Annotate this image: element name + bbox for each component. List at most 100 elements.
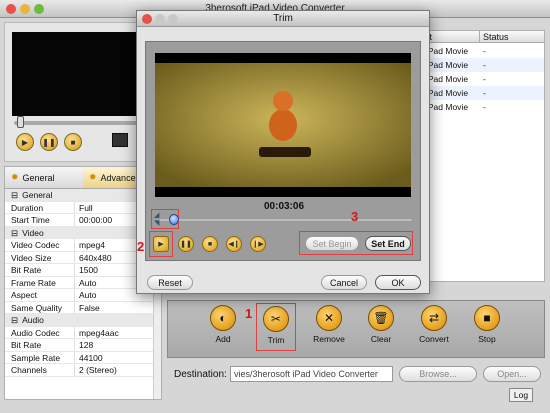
- reset-button[interactable]: Reset: [147, 275, 193, 290]
- trim-titlebar: Trim: [137, 11, 429, 27]
- group-audio[interactable]: ⊟ Audio: [5, 314, 153, 327]
- status-cell: -: [483, 60, 486, 70]
- convert-icon: ⇄: [421, 305, 447, 331]
- collapse-icon: ⊟: [11, 190, 19, 200]
- sun-icon: ✹: [89, 172, 97, 182]
- property-key: Start Time: [5, 214, 75, 226]
- trim-seek-bar[interactable]: [159, 218, 413, 222]
- convert-button[interactable]: ⇄ Convert: [406, 305, 462, 344]
- property-row[interactable]: Same Quality False: [5, 301, 153, 314]
- annotation-3: 3: [351, 209, 359, 224]
- property-value: 128: [79, 340, 94, 350]
- ok-button[interactable]: OK: [375, 275, 421, 290]
- preview-screen: [12, 32, 154, 116]
- dialog-title: Trim: [273, 13, 293, 24]
- annotation-2: 2: [137, 239, 145, 254]
- property-value: mpeg4aac: [79, 327, 119, 338]
- group-label: General: [22, 190, 53, 200]
- collapse-icon: ⊟: [11, 227, 19, 238]
- property-key: Aspect: [5, 289, 75, 301]
- sun-icon: ✹: [11, 172, 19, 182]
- property-row[interactable]: Audio Codec mpeg4aac: [5, 326, 153, 339]
- trim-play-button[interactable]: ▶: [153, 236, 169, 252]
- property-row[interactable]: Bit Rate 1500: [5, 264, 153, 277]
- main-toolbar: ◐ Add ✂ Trim ✕ Remove 🗑 Clear ⇄ Convert …: [167, 300, 545, 358]
- property-key: Video Codec: [5, 239, 75, 251]
- convert-button-label: Convert: [419, 334, 449, 344]
- stop-icon: ■: [474, 305, 500, 331]
- destination-field[interactable]: vies/3herosoft iPad Video Converter: [230, 366, 393, 382]
- group-video[interactable]: ⊟ Video: [5, 226, 153, 239]
- property-key: Same Quality: [5, 301, 75, 313]
- open-button[interactable]: Open...: [483, 366, 541, 382]
- property-row[interactable]: Channels 2 (Stereo): [5, 364, 153, 377]
- property-key: Bit Rate: [5, 339, 75, 351]
- property-value: 44100: [79, 352, 103, 363]
- preview-seek-bar[interactable]: [14, 121, 154, 125]
- property-row[interactable]: Video Codec mpeg4: [5, 239, 153, 252]
- property-row[interactable]: Start Time 00:00:00: [5, 214, 153, 227]
- add-button[interactable]: ◐ Add: [195, 305, 251, 344]
- tab-advance-label: Advance: [100, 172, 136, 183]
- browse-button[interactable]: Browse...: [399, 366, 477, 382]
- property-key: Frame Rate: [5, 276, 75, 288]
- step-back-icon: ◀❙: [228, 241, 240, 248]
- stop-button[interactable]: ■: [64, 133, 82, 151]
- add-button-label: Add: [215, 334, 231, 344]
- property-row[interactable]: Frame Rate Auto: [5, 276, 153, 289]
- collapse-icon: ⊟: [11, 315, 19, 325]
- play-icon: ▶: [21, 137, 29, 147]
- tab-general-label: General: [22, 172, 55, 183]
- step-forward-icon: ❙▶: [252, 241, 264, 248]
- clear-button[interactable]: 🗑 Clear: [353, 305, 409, 344]
- column-header-status[interactable]: Status: [480, 31, 544, 43]
- tab-general[interactable]: ✹ General: [5, 167, 83, 189]
- stop-conversion-button[interactable]: ■ Stop: [459, 305, 515, 344]
- trim-video-screen: [155, 53, 411, 197]
- property-key: Video Size: [5, 251, 75, 263]
- property-value: mpeg4: [79, 240, 105, 250]
- property-key: Duration: [5, 201, 75, 213]
- log-button[interactable]: Log: [509, 388, 533, 402]
- set-begin-button[interactable]: Set Begin: [305, 236, 359, 251]
- property-key: Channels: [5, 364, 75, 376]
- cancel-button[interactable]: Cancel: [321, 275, 367, 290]
- property-row[interactable]: Video Size 640x480: [5, 251, 153, 264]
- play-icon: ▶: [158, 241, 164, 248]
- property-key: Audio Codec: [5, 326, 75, 338]
- trim-current-time: 00:03:06: [263, 201, 305, 212]
- remove-button-label: Remove: [313, 334, 345, 344]
- stop-icon: ■: [70, 137, 76, 147]
- destination-label: Destination:: [174, 369, 227, 380]
- remove-button[interactable]: ✕ Remove: [301, 305, 357, 344]
- video-frame-image: [155, 53, 411, 197]
- trim-button[interactable]: ✂ Trim: [256, 303, 296, 351]
- pause-icon: ❚❚: [180, 241, 192, 248]
- trim-previous-frame-button[interactable]: ◀❙: [226, 236, 242, 252]
- property-key: Bit Rate: [5, 264, 75, 276]
- play-button[interactable]: ▶: [16, 133, 34, 151]
- property-value: Auto: [79, 290, 97, 300]
- property-row[interactable]: Bit Rate 128: [5, 339, 153, 352]
- trim-pause-button[interactable]: ❚❚: [178, 236, 194, 252]
- property-row[interactable]: Duration Full: [5, 201, 153, 214]
- trim-next-frame-button[interactable]: ❙▶: [250, 236, 266, 252]
- property-value: Auto: [79, 277, 97, 288]
- set-end-button[interactable]: Set End: [365, 236, 411, 251]
- property-rows: ⊟ General Duration Full Start Time 00:00:00…: [5, 189, 153, 377]
- group-general[interactable]: ⊟ General: [5, 189, 153, 202]
- stop-icon: ■: [207, 240, 213, 248]
- trim-button-label: Trim: [267, 335, 285, 345]
- trim-stop-button[interactable]: ■: [202, 236, 218, 252]
- group-label: Audio: [22, 315, 44, 325]
- clear-button-label: Clear: [370, 334, 392, 344]
- annotation-1: 1: [245, 306, 253, 321]
- property-row[interactable]: Aspect Auto: [5, 289, 153, 302]
- property-value: 00:00:00: [79, 215, 113, 225]
- preview-seek-handle[interactable]: [17, 116, 24, 128]
- property-row[interactable]: Sample Rate 44100: [5, 351, 153, 364]
- pause-button[interactable]: ❚❚: [40, 133, 58, 151]
- clapper-icon[interactable]: [112, 133, 128, 147]
- status-cell: -: [483, 46, 486, 56]
- scissors-icon: ✂: [263, 306, 289, 332]
